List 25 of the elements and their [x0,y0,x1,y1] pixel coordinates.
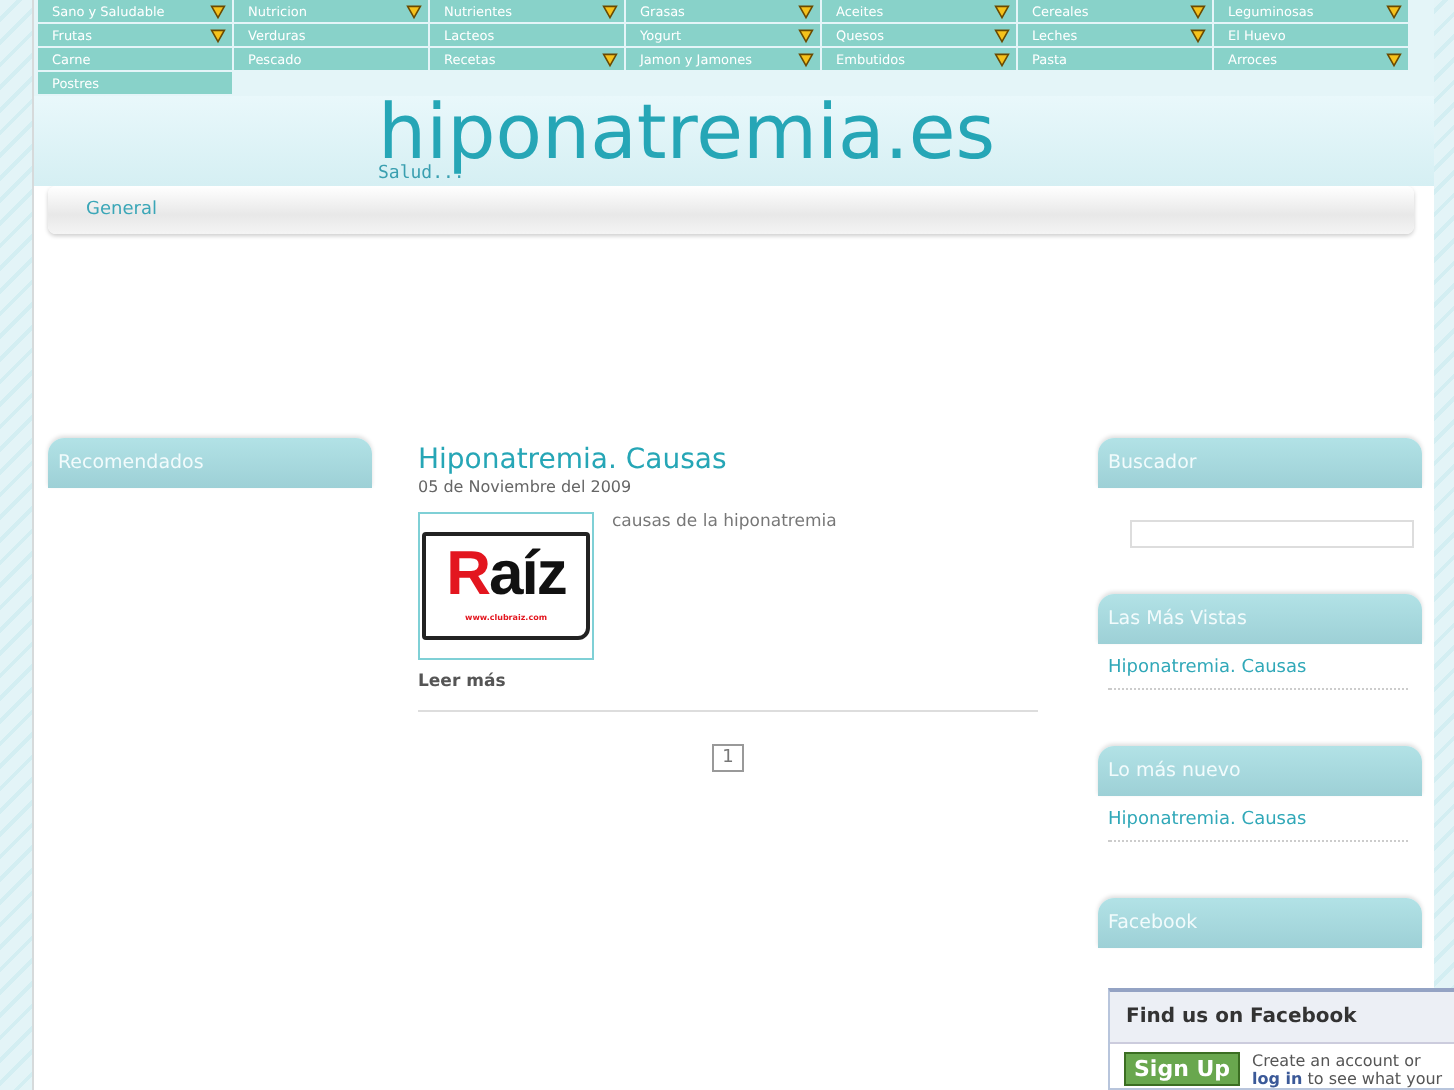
sidebar-link[interactable]: Hiponatremia. Causas [1108,810,1408,842]
widget-title: Lo más nuevo [1098,746,1422,796]
sign-up-button[interactable]: Sign Up [1124,1052,1241,1086]
article-title[interactable]: Hiponatremia. Causas [418,442,1038,478]
nav-link[interactable]: General [86,200,157,220]
read-more-link[interactable]: Leer más [418,672,1038,692]
dropdown-arrow-icon [1386,3,1402,19]
log-in-link[interactable]: log in [1252,1070,1303,1088]
dropdown-arrow-icon [602,51,618,67]
dropdown-arrow-icon [602,3,618,19]
page-button[interactable]: 1 [712,744,744,772]
dropdown-arrow-icon [406,3,422,19]
sidebar-link[interactable]: Hiponatremia. Causas [1108,658,1408,690]
widget-title: Recomendados [48,438,372,488]
facebook-text: to see what your [1305,1070,1443,1088]
widget-title: Facebook [1098,898,1422,948]
dropdown-arrow-icon [1386,51,1402,67]
facebook-box-title: Find us on Facebook [1110,992,1454,1044]
widget-title: Las Más Vistas [1098,594,1422,644]
facebook-text: Create an account or [1252,1052,1421,1070]
article-excerpt: causas de la hiponatremia [612,512,837,536]
search-field[interactable] [1130,520,1414,548]
widget-title: Buscador [1098,438,1422,488]
article-date: 05 de Noviembre del 2009 [418,478,634,496]
logo-text: Raíz [446,536,566,612]
